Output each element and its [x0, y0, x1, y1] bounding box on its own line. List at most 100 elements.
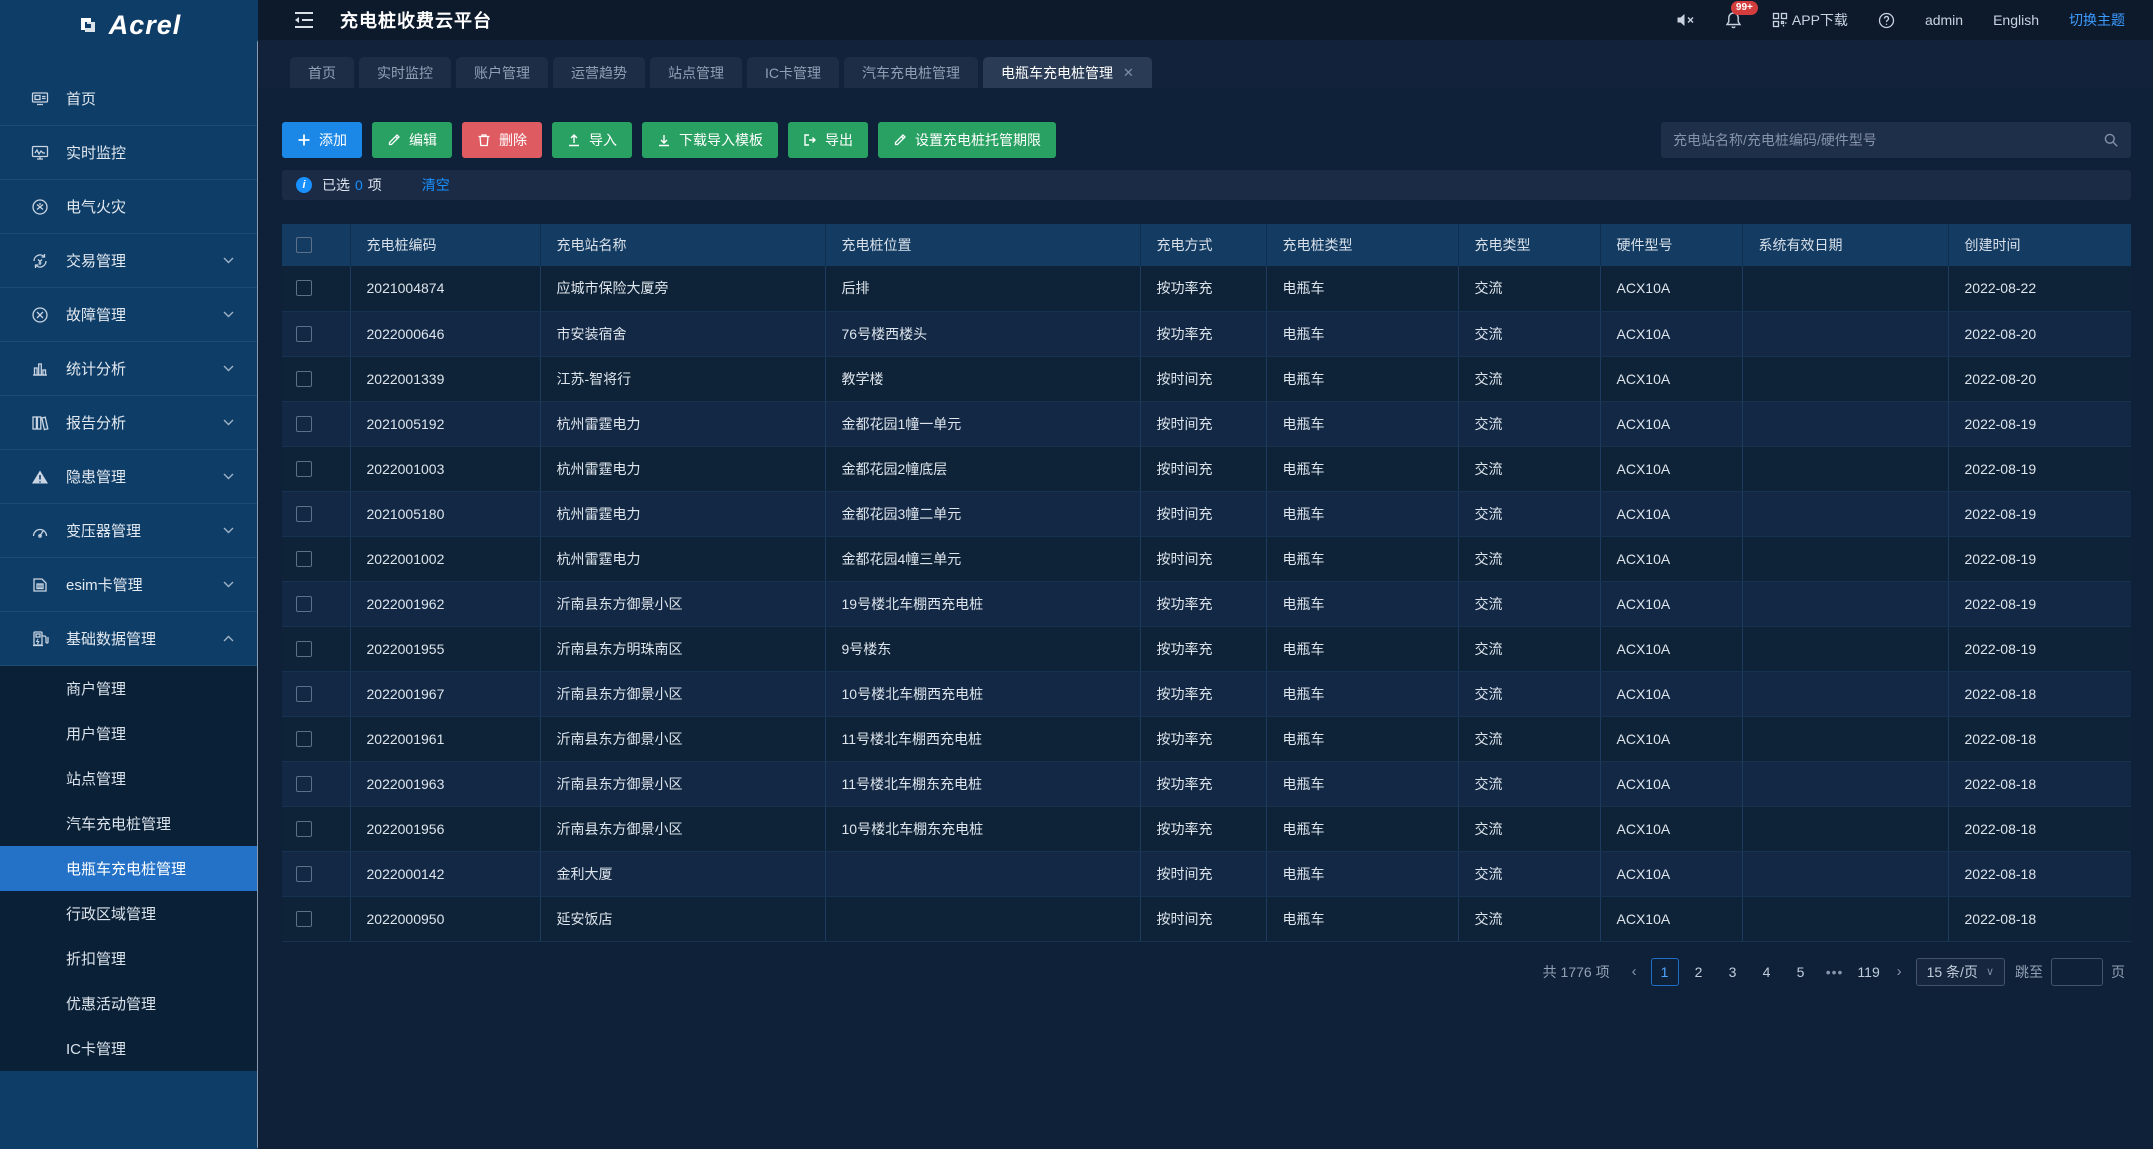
- page-numbers: 12345•••119: [1651, 958, 1883, 986]
- sidebar-item-report[interactable]: 报告分析: [0, 396, 258, 450]
- sidebar-item-transformer[interactable]: 变压器管理: [0, 504, 258, 558]
- table-cell: 电瓶车: [1266, 356, 1458, 401]
- tab-close-icon[interactable]: ✕: [1123, 65, 1134, 81]
- tab-账户管理[interactable]: 账户管理: [456, 57, 548, 88]
- page-number-2[interactable]: 2: [1685, 958, 1713, 986]
- tab-IC卡管理[interactable]: IC卡管理: [747, 57, 839, 88]
- tab-站点管理[interactable]: 站点管理: [650, 57, 742, 88]
- search-icon[interactable]: [2103, 132, 2119, 148]
- sidebar-item-monitor[interactable]: 实时监控: [0, 126, 258, 180]
- next-page-arrow[interactable]: ›: [1893, 963, 1906, 980]
- search-input[interactable]: [1673, 132, 2103, 148]
- sidebar-item-electric-fire[interactable]: 电气火灾: [0, 180, 258, 234]
- sidebar-item-esim[interactable]: esim卡管理: [0, 558, 258, 612]
- sidebar-subitem-region[interactable]: 行政区域管理: [0, 891, 258, 936]
- set-hosting-button[interactable]: 设置充电桩托管期限: [878, 122, 1056, 158]
- table-cell: 2022001961: [350, 716, 540, 761]
- page-size-select[interactable]: 15 条/页 ∨: [1916, 958, 2005, 986]
- table-cell: 金都花园1幢一单元: [825, 401, 1140, 446]
- sidebar-item-trade[interactable]: 交易管理: [0, 234, 258, 288]
- tab-首页[interactable]: 首页: [290, 57, 354, 88]
- export-button[interactable]: 导出: [788, 122, 868, 158]
- sidebar-subitem-ebike-pile[interactable]: 电瓶车充电桩管理: [0, 846, 258, 891]
- sidebar-subitem-car-pile[interactable]: 汽车充电桩管理: [0, 801, 258, 846]
- row-checkbox[interactable]: [296, 551, 312, 567]
- table-cell: 电瓶车: [1266, 581, 1458, 626]
- table-cell: 按时间充: [1140, 356, 1266, 401]
- delete-button[interactable]: 删除: [462, 122, 542, 158]
- sidebar-item-stats[interactable]: 统计分析: [0, 342, 258, 396]
- sidebar-scrollbar[interactable]: [257, 40, 258, 1149]
- add-button[interactable]: 添加: [282, 122, 362, 158]
- sidebar-item-label: 故障管理: [66, 304, 223, 325]
- row-checkbox[interactable]: [296, 461, 312, 477]
- button-label: 添加: [319, 130, 347, 150]
- table-cell: 按时间充: [1140, 491, 1266, 536]
- row-checkbox[interactable]: [296, 280, 312, 296]
- theme-switch-link[interactable]: 切换主题: [2069, 10, 2125, 30]
- row-checkbox[interactable]: [296, 371, 312, 387]
- row-checkbox[interactable]: [296, 686, 312, 702]
- tab-汽车充电桩管理[interactable]: 汽车充电桩管理: [844, 57, 978, 88]
- jump-page-input[interactable]: [2051, 958, 2103, 986]
- table-cell: ACX10A: [1600, 851, 1742, 896]
- row-checkbox[interactable]: [296, 326, 312, 342]
- select-all-checkbox[interactable]: [296, 237, 312, 253]
- row-checkbox[interactable]: [296, 416, 312, 432]
- row-checkbox[interactable]: [296, 911, 312, 927]
- mute-icon[interactable]: [1676, 12, 1695, 28]
- row-checkbox[interactable]: [296, 821, 312, 837]
- sidebar-subitem-promo[interactable]: 优惠活动管理: [0, 981, 258, 1026]
- table-cell: 交流: [1458, 761, 1600, 806]
- row-checkbox[interactable]: [296, 866, 312, 882]
- notifications-bell-icon[interactable]: 99+: [1725, 11, 1742, 29]
- row-checkbox[interactable]: [296, 506, 312, 522]
- sidebar-subitem-user[interactable]: 用户管理: [0, 711, 258, 756]
- table-cell: ACX10A: [1600, 536, 1742, 581]
- sidebar-item-home[interactable]: 首页: [0, 72, 258, 126]
- prev-page-arrow[interactable]: ‹: [1628, 963, 1641, 980]
- chevron-down-icon: [223, 311, 234, 318]
- page-number-5[interactable]: 5: [1787, 958, 1815, 986]
- sidebar-subitem-ic-card[interactable]: IC卡管理: [0, 1026, 258, 1071]
- tab-运营趋势[interactable]: 运营趋势: [553, 57, 645, 88]
- row-checkbox[interactable]: [296, 641, 312, 657]
- row-checkbox[interactable]: [296, 596, 312, 612]
- tab-电瓶车充电桩管理[interactable]: 电瓶车充电桩管理 ✕: [983, 57, 1152, 88]
- table-row: 2022000142金利大厦按时间充电瓶车交流ACX10A2022-08-18: [282, 851, 2131, 896]
- sidebar-subitem-discount[interactable]: 折扣管理: [0, 936, 258, 981]
- chevron-down-icon: [223, 473, 234, 480]
- page-number-3[interactable]: 3: [1719, 958, 1747, 986]
- help-icon[interactable]: [1878, 12, 1895, 29]
- tab-label: 电瓶车充电桩管理: [1001, 63, 1113, 83]
- clear-selection-link[interactable]: 清空: [422, 175, 450, 195]
- table-cell: 交流: [1458, 446, 1600, 491]
- menu-fold-icon[interactable]: [294, 11, 314, 29]
- page-number-119[interactable]: 119: [1855, 958, 1883, 986]
- column-header: 充电类型: [1458, 224, 1600, 266]
- table-row: 2021005180杭州雷霆电力金都花园3幢二单元按时间充电瓶车交流ACX10A…: [282, 491, 2131, 536]
- import-button[interactable]: 导入: [552, 122, 632, 158]
- download-template-button[interactable]: 下载导入模板: [642, 122, 778, 158]
- page-number-1[interactable]: 1: [1651, 958, 1679, 986]
- button-label: 删除: [499, 130, 527, 150]
- row-checkbox[interactable]: [296, 776, 312, 792]
- tab-实时监控[interactable]: 实时监控: [359, 57, 451, 88]
- download-icon: [657, 133, 671, 147]
- table-cell: [1742, 851, 1948, 896]
- table-cell: 2021004874: [350, 266, 540, 311]
- row-checkbox[interactable]: [296, 731, 312, 747]
- user-menu[interactable]: admin: [1925, 12, 1963, 28]
- sidebar-item-hazard[interactable]: 隐患管理: [0, 450, 258, 504]
- table-cell: 2022-08-22: [1948, 266, 2131, 311]
- table-cell: 交流: [1458, 356, 1600, 401]
- sidebar-subitem-station[interactable]: 站点管理: [0, 756, 258, 801]
- sidebar-subitem-label: 站点管理: [66, 768, 126, 789]
- edit-button[interactable]: 编辑: [372, 122, 452, 158]
- page-number-4[interactable]: 4: [1753, 958, 1781, 986]
- sidebar-item-fault[interactable]: 故障管理: [0, 288, 258, 342]
- sidebar-subitem-merchant[interactable]: 商户管理: [0, 666, 258, 711]
- app-download-link[interactable]: APP下载: [1772, 10, 1848, 30]
- language-switch[interactable]: English: [1993, 12, 2039, 28]
- sidebar-item-base-data[interactable]: 基础数据管理: [0, 612, 258, 666]
